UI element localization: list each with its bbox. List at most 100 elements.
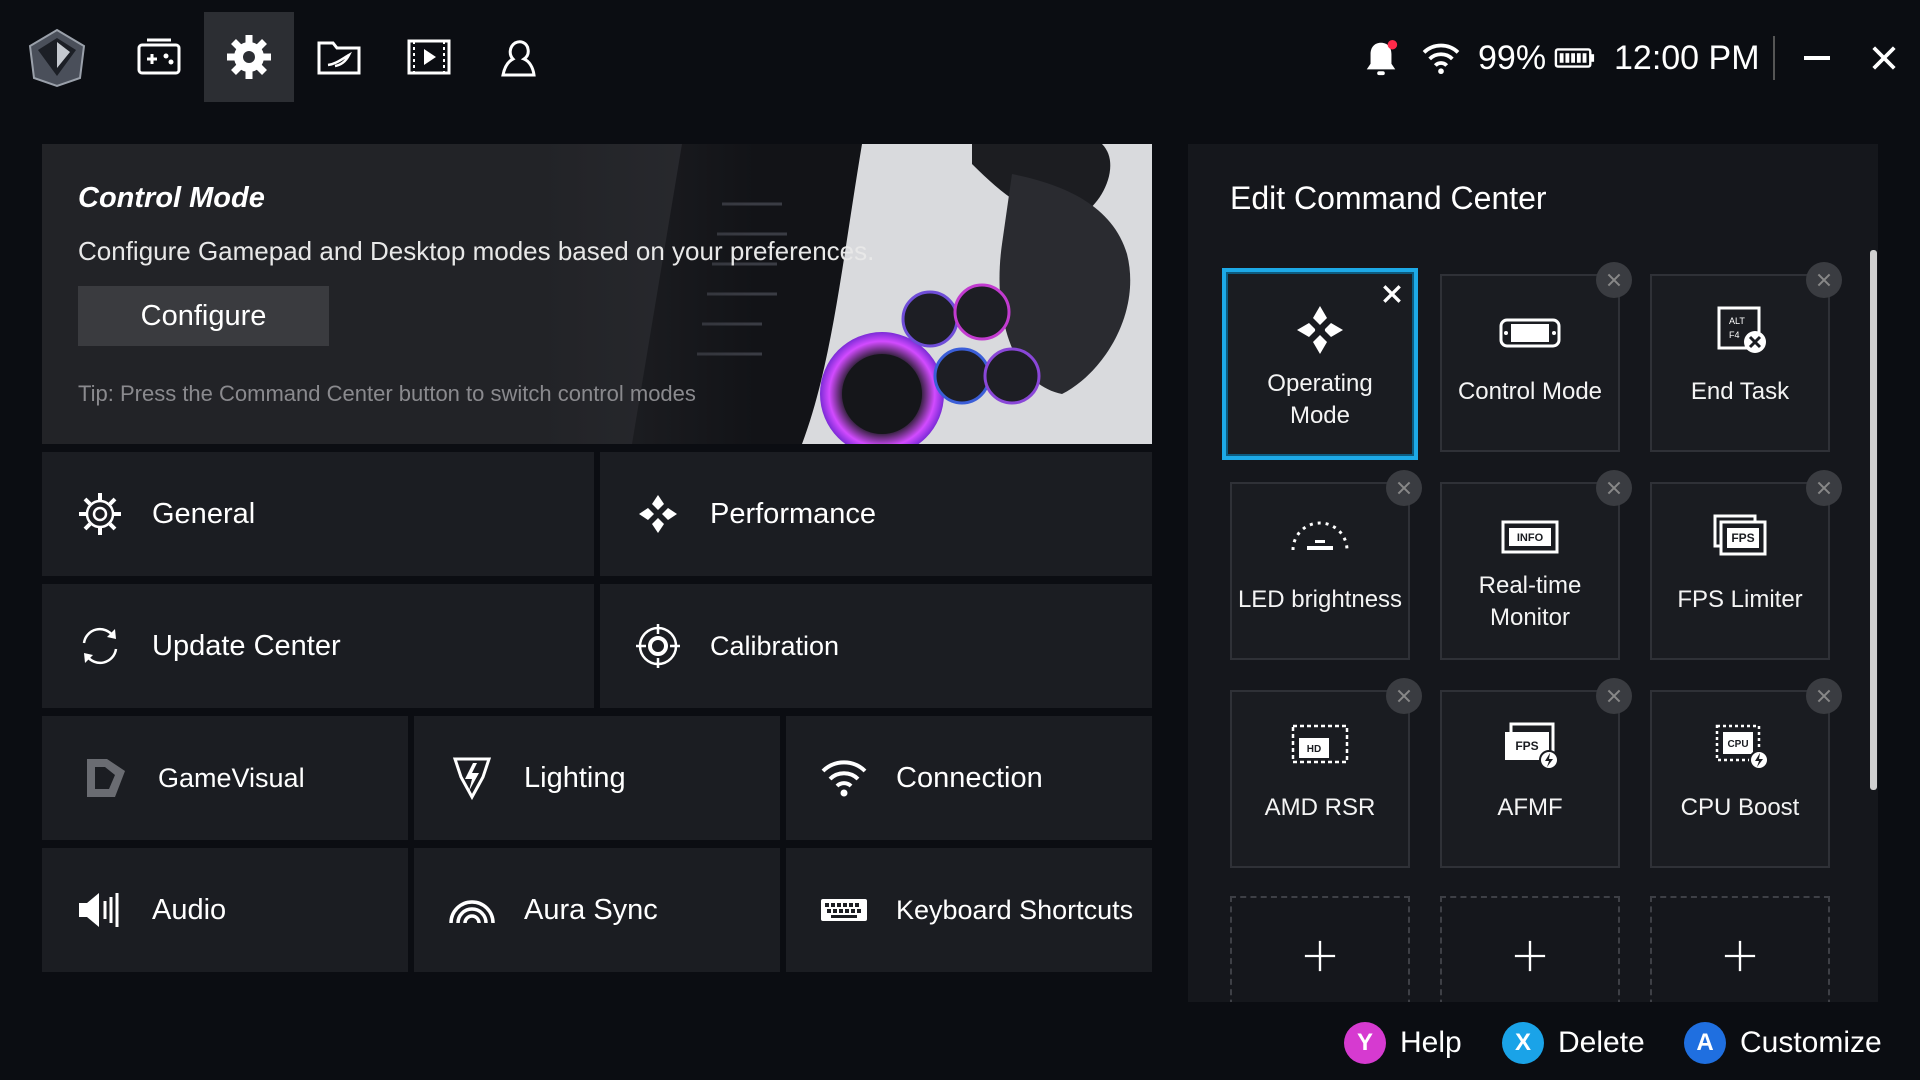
card-label: Real-time Monitor: [1478, 572, 1582, 631]
command-card-fps-limiter[interactable]: FPS FPS Limiter: [1650, 470, 1842, 660]
game-library-icon[interactable]: [114, 12, 204, 102]
rog-logo-icon[interactable]: [26, 28, 88, 88]
lighting-icon: [444, 750, 500, 806]
amd-rsr-icon: HD: [1232, 718, 1408, 774]
card-label: LED brightness: [1237, 586, 1403, 613]
control-mode-description: Configure Gamepad and Desktop modes base…: [78, 236, 875, 266]
command-card-operating-mode[interactable]: Operating Mode: [1222, 268, 1418, 460]
command-card-cpu-boost[interactable]: CPU CPU Boost: [1650, 678, 1842, 868]
connection-tile[interactable]: Connection: [786, 716, 1152, 840]
card-label: AFMF: [1497, 794, 1563, 821]
command-card-realtime-monitor[interactable]: INFO Real-time Monitor: [1440, 470, 1632, 660]
minimize-icon[interactable]: [1802, 30, 1832, 86]
gamevisual-label: GameVisual: [158, 762, 305, 793]
configure-button[interactable]: Configure: [78, 286, 329, 346]
remove-card-close-icon[interactable]: [1806, 678, 1842, 714]
svg-text:FPS: FPS: [1731, 531, 1754, 545]
clock: 12:00 PM: [1614, 38, 1760, 77]
control-mode-icon: [1442, 304, 1618, 360]
wifi-icon: [816, 750, 872, 806]
plus-icon: [1304, 940, 1336, 972]
update-center-tile[interactable]: Update Center: [42, 584, 594, 708]
general-label: General: [152, 497, 256, 530]
add-command-slot[interactable]: [1440, 896, 1620, 1002]
x-button-icon: X: [1502, 1022, 1544, 1064]
help-label: Help: [1400, 1026, 1462, 1059]
remove-card-close-icon[interactable]: [1386, 470, 1422, 506]
svg-text:INFO: INFO: [1517, 532, 1544, 544]
lighting-tile[interactable]: Lighting: [414, 716, 780, 840]
edit-command-center-panel: Edit Command Center Operating Mode Contro…: [1188, 144, 1878, 1002]
remove-card-close-icon[interactable]: [1596, 678, 1632, 714]
top-bar: 99% 12:00 PM: [0, 0, 1920, 115]
speaker-icon: [72, 882, 128, 938]
command-card-led-brightness[interactable]: LED brightness: [1230, 470, 1422, 660]
user-icon[interactable]: [474, 12, 564, 102]
battery-percent: 99%: [1478, 38, 1547, 77]
led-brightness-icon: [1232, 512, 1408, 568]
svg-text:CPU: CPU: [1727, 739, 1748, 750]
notification-bell-icon[interactable]: [1362, 30, 1400, 86]
audio-tile[interactable]: Audio: [42, 848, 408, 972]
aura-sync-tile[interactable]: Aura Sync: [414, 848, 780, 972]
card-label: Control Mode: [1457, 378, 1603, 405]
remove-card-close-icon[interactable]: [1806, 262, 1842, 298]
add-command-slot[interactable]: [1650, 896, 1830, 1002]
tip-text: Tip: Press the Command Center button to …: [78, 381, 696, 406]
svg-text:FPS: FPS: [1515, 739, 1538, 753]
keyboard-shortcuts-tile[interactable]: Keyboard Shortcuts: [786, 848, 1152, 972]
remove-card-close-icon[interactable]: [1386, 678, 1422, 714]
cpu-boost-icon: CPU: [1652, 718, 1828, 774]
card-label: Operating Mode: [1267, 370, 1373, 429]
page-title: Control Mode: [78, 182, 265, 214]
keyboard-shortcuts-label: Keyboard Shortcuts: [896, 894, 1134, 925]
command-card-amd-rsr[interactable]: HD AMD RSR: [1230, 678, 1422, 868]
armoury-icon[interactable]: [294, 12, 384, 102]
performance-label: Performance: [710, 497, 877, 530]
command-card-control-mode[interactable]: Control Mode: [1440, 262, 1632, 452]
svg-text:HD: HD: [1307, 744, 1321, 755]
afmf-icon: FPS: [1442, 718, 1618, 774]
media-icon[interactable]: [384, 12, 474, 102]
performance-tile[interactable]: Performance: [600, 452, 1152, 576]
command-card-afmf[interactable]: FPS AFMF: [1440, 678, 1632, 868]
card-label: AMD RSR: [1264, 794, 1376, 821]
remove-card-close-icon[interactable]: [1596, 470, 1632, 506]
remove-card-close-icon[interactable]: [1596, 262, 1632, 298]
help-hint[interactable]: Y Help: [1344, 1020, 1462, 1066]
customize-label: Customize: [1740, 1026, 1882, 1059]
refresh-icon: [72, 618, 128, 674]
delete-hint[interactable]: X Delete: [1502, 1020, 1645, 1066]
wifi-icon: [1420, 30, 1462, 86]
settings-icon[interactable]: [204, 12, 294, 102]
a-button-icon: A: [1684, 1022, 1726, 1064]
card-label: CPU Boost: [1680, 794, 1800, 821]
card-label: End Task: [1690, 378, 1790, 405]
aura-sync-label: Aura Sync: [524, 893, 658, 926]
crosshair-icon: [630, 618, 686, 674]
keyboard-icon: [816, 882, 872, 938]
update-center-label: Update Center: [152, 629, 341, 662]
svg-text:F4: F4: [1729, 330, 1740, 340]
control-mode-card: Control Mode Configure Gamepad and Deskt…: [42, 144, 1152, 444]
battery-icon: [1554, 30, 1596, 86]
fps-limiter-icon: FPS: [1652, 510, 1828, 566]
gamevisual-tile[interactable]: GameVisual: [42, 716, 408, 840]
fan-icon: [630, 486, 686, 542]
general-tile[interactable]: General: [42, 452, 594, 576]
calibration-tile[interactable]: Calibration: [600, 584, 1152, 708]
command-card-end-task[interactable]: ALT F4 End Task: [1650, 262, 1842, 452]
plus-icon: [1724, 940, 1756, 972]
audio-label: Audio: [152, 893, 227, 926]
svg-text:ALT: ALT: [1729, 316, 1745, 326]
close-icon[interactable]: [1870, 30, 1898, 86]
remove-card-close-icon[interactable]: [1806, 470, 1842, 506]
scrollbar[interactable]: [1870, 250, 1877, 790]
remove-card-close-icon[interactable]: [1374, 276, 1410, 312]
customize-hint[interactable]: A Customize: [1684, 1020, 1882, 1066]
plus-icon: [1514, 940, 1546, 972]
end-task-icon: ALT F4: [1652, 302, 1828, 358]
aura-sync-icon: [444, 882, 500, 938]
add-command-slot[interactable]: [1230, 896, 1410, 1002]
divider: [1773, 36, 1775, 80]
